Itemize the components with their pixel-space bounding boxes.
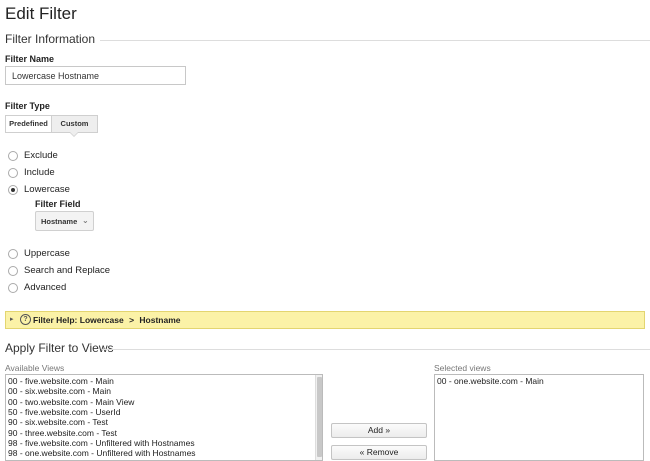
list-item[interactable]: 00 - five.website.com - Main [6, 376, 114, 386]
add-button[interactable]: Add » [331, 423, 427, 438]
radio-lowercase[interactable] [8, 185, 18, 195]
radio-label-advanced: Advanced [24, 282, 67, 293]
tab-pointer-fill [70, 132, 78, 136]
list-item[interactable]: 00 - six.website.com - Main [6, 386, 111, 396]
filter-field-label: Filter Field [35, 199, 81, 209]
section-title-apply-filter: Apply Filter to Views [5, 341, 114, 355]
radio-search-and-replace[interactable] [8, 266, 18, 276]
radio-include[interactable] [8, 168, 18, 178]
triangle-right-icon: ▸ [10, 316, 14, 323]
list-item[interactable]: 98 - five.website.com - Unfiltered with … [6, 438, 195, 448]
list-item[interactable]: 50 - five.website.com - UserId [6, 407, 120, 417]
chevron-down-icon: ⌄ [82, 216, 89, 225]
available-views-list[interactable]: 00 - five.website.com - Main 00 - six.we… [5, 374, 323, 461]
list-item[interactable]: 00 - one.website.com - Main [435, 376, 544, 386]
radio-label-include: Include [24, 167, 55, 178]
list-item[interactable]: 00 - two.website.com - Main View [6, 397, 134, 407]
list-item[interactable]: 90 - three.website.com - Test [6, 428, 117, 438]
tab-predefined[interactable]: Predefined [5, 115, 52, 133]
page-title: Edit Filter [5, 4, 77, 23]
radio-label-uppercase: Uppercase [24, 248, 70, 259]
radio-label-lowercase: Lowercase [24, 184, 70, 195]
section-divider [102, 349, 650, 350]
filter-help-bar[interactable]: ▸ ? Filter Help: Lowercase > Hostname [5, 311, 645, 329]
available-views-label: Available Views [5, 363, 65, 373]
list-item[interactable]: 90 - six.website.com - Test [6, 417, 108, 427]
scrollbar-thumb[interactable] [317, 377, 322, 457]
list-item[interactable]: 98 - one.website.com - Unfiltered with H… [6, 448, 196, 458]
tab-custom[interactable]: Custom [51, 115, 98, 133]
radio-uppercase[interactable] [8, 249, 18, 259]
radio-label-exclude: Exclude [24, 150, 58, 161]
filter-name-input[interactable] [5, 66, 186, 85]
section-title-filter-information: Filter Information [5, 32, 96, 46]
filter-help-text: Filter Help: Lowercase > Hostname [33, 315, 181, 325]
selected-views-label: Selected views [434, 363, 491, 373]
filter-field-select[interactable]: Hostname ⌄ [35, 211, 94, 231]
filter-type-label: Filter Type [5, 101, 50, 111]
remove-button[interactable]: « Remove [331, 445, 427, 460]
selected-views-list[interactable]: 00 - one.website.com - Main [434, 374, 644, 461]
radio-label-search-and-replace: Search and Replace [24, 265, 111, 276]
radio-exclude[interactable] [8, 151, 18, 161]
filter-field-value: Hostname [41, 217, 78, 226]
radio-advanced[interactable] [8, 283, 18, 293]
filter-name-label: Filter Name [5, 54, 55, 64]
list-scrollbar[interactable] [315, 375, 322, 460]
question-circle-icon: ? [20, 314, 31, 325]
section-divider [100, 40, 650, 41]
